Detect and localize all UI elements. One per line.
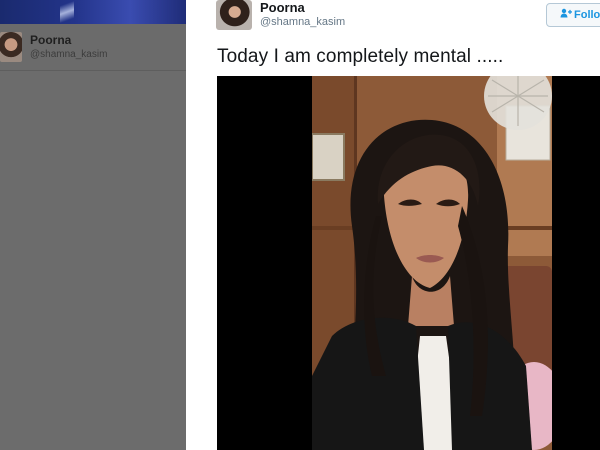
background-overlay xyxy=(0,71,186,450)
follow-label: Follow xyxy=(574,9,600,21)
banner-light-streak xyxy=(60,0,74,24)
background-profile-handle: @shamna_kasim xyxy=(30,49,108,60)
avatar[interactable] xyxy=(216,0,252,30)
video-frame[interactable] xyxy=(312,76,552,450)
add-user-icon xyxy=(560,8,574,21)
profile-banner xyxy=(0,0,186,24)
video-still-image xyxy=(312,76,552,450)
follow-button[interactable]: Follow xyxy=(546,3,600,27)
author-name[interactable]: Poorna xyxy=(260,0,305,15)
background-panel: Poorna @shamna_kasim xyxy=(0,0,186,450)
video-player[interactable] xyxy=(217,76,600,450)
background-profile-card: Poorna @shamna_kasim xyxy=(0,24,186,71)
author-handle[interactable]: @shamna_kasim xyxy=(260,16,345,28)
tweet-card: Poorna @shamna_kasim Follow Today I am c… xyxy=(186,0,600,450)
background-profile-name: Poorna xyxy=(30,33,72,47)
background-avatar xyxy=(0,32,22,62)
tweet-text: Today I am completely mental ..... xyxy=(217,46,504,67)
